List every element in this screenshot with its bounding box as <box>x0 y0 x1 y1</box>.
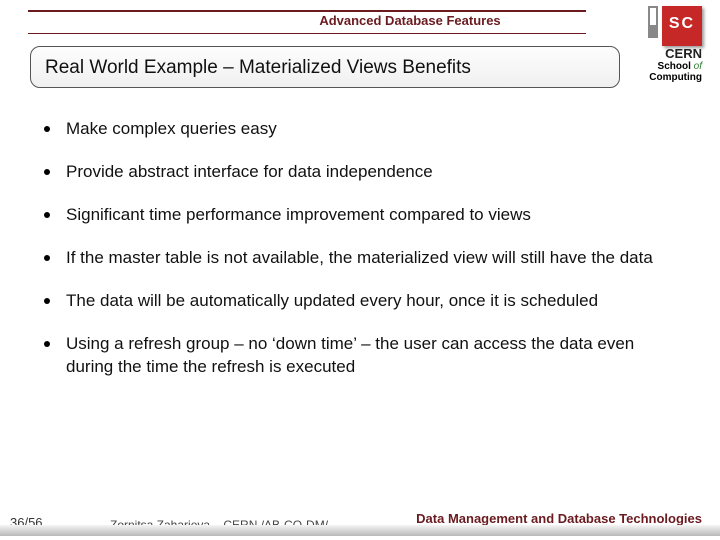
list-item: Provide abstract interface for data inde… <box>42 161 662 184</box>
list-item: Using a refresh group – no ‘down time’ –… <box>42 333 662 379</box>
logo-block: SC CERN School of Computing <box>607 6 702 83</box>
header-rule-top <box>28 10 586 12</box>
section-label: Advanced Database Features <box>260 13 560 28</box>
footer-course-title: Data Management and Database Technologie… <box>416 511 702 526</box>
list-item: The data will be automatically updated e… <box>42 290 662 313</box>
footer-gradient-bar <box>0 525 720 536</box>
slide-title: Real World Example – Materialized Views … <box>30 46 620 88</box>
list-item: If the master table is not available, th… <box>42 247 662 270</box>
logo-tag-suffix: Computing <box>649 72 702 83</box>
logo-tagline: School of Computing <box>607 61 702 83</box>
logo-i-icon <box>648 6 658 38</box>
slide: Advanced Database Features SC CERN Schoo… <box>0 0 720 540</box>
list-item: Make complex queries easy <box>42 118 662 141</box>
content-area: Make complex queries easy Provide abstra… <box>42 118 662 399</box>
logo-sc-icon: SC <box>662 6 702 46</box>
header-rule-bottom <box>28 33 586 34</box>
logo-tag-of: of <box>694 61 702 72</box>
list-item: Significant time performance improvement… <box>42 204 662 227</box>
bullet-list: Make complex queries easy Provide abstra… <box>42 118 662 379</box>
logo-tag-prefix: School <box>658 61 694 72</box>
logo-cern-text: CERN <box>607 46 702 61</box>
